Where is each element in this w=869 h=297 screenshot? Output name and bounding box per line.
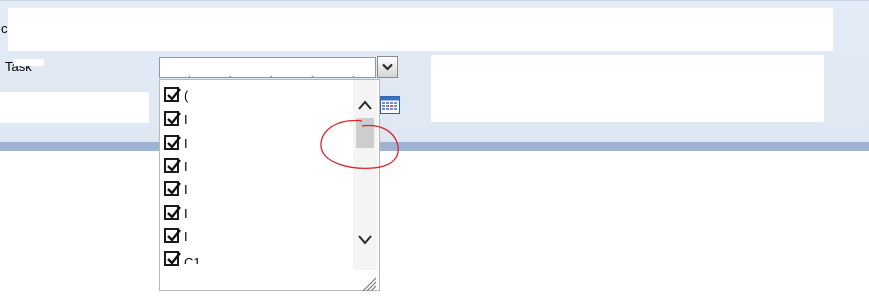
checkbox[interactable] <box>164 87 181 102</box>
date-picker-button[interactable] <box>380 96 400 114</box>
resize-grip-icon[interactable] <box>359 275 377 292</box>
chevron-up-icon <box>358 100 372 110</box>
checkbox[interactable] <box>164 228 181 243</box>
list-item-label: C1 <box>184 255 200 264</box>
checkmark-icon <box>167 88 181 101</box>
checkmark-icon <box>167 159 181 172</box>
scroll-down-button[interactable] <box>356 230 374 248</box>
checkbox[interactable] <box>164 158 181 173</box>
list-item-label: I <box>184 229 188 244</box>
list-item-label: I <box>184 136 188 151</box>
left-text-field[interactable] <box>0 92 149 123</box>
checkbox[interactable] <box>164 205 181 220</box>
checkmark-icon <box>167 136 181 149</box>
checkbox[interactable] <box>164 251 181 266</box>
checkbox[interactable] <box>164 135 181 150</box>
checkmark-icon <box>167 206 181 219</box>
list-item-label: I <box>184 159 188 174</box>
list-item-label: I <box>184 182 188 197</box>
list-item-label: ( <box>184 88 189 103</box>
checkbox[interactable] <box>164 181 181 196</box>
checkmark-icon <box>167 182 181 195</box>
dropdown-toggle-button[interactable] <box>377 56 398 78</box>
top-field-label: c <box>1 21 8 36</box>
list-item-label: I <box>184 112 188 127</box>
checkmark-icon <box>167 112 181 125</box>
checkbox[interactable] <box>164 111 181 126</box>
top-text-field[interactable] <box>8 8 833 51</box>
header-divider <box>0 142 869 151</box>
chevron-down-icon <box>382 63 393 71</box>
checkmark-icon <box>167 229 181 242</box>
redaction-mask <box>14 59 44 66</box>
chevron-down-icon <box>358 235 372 245</box>
red-circle-annotation <box>320 119 399 169</box>
calendar-icon <box>380 96 400 114</box>
checkmark-icon <box>167 252 181 265</box>
right-text-area[interactable] <box>431 55 824 122</box>
task-select[interactable]: . . . . . . . <box>159 57 376 89</box>
list-item-label: I <box>184 206 188 221</box>
scroll-up-button[interactable] <box>356 97 374 115</box>
